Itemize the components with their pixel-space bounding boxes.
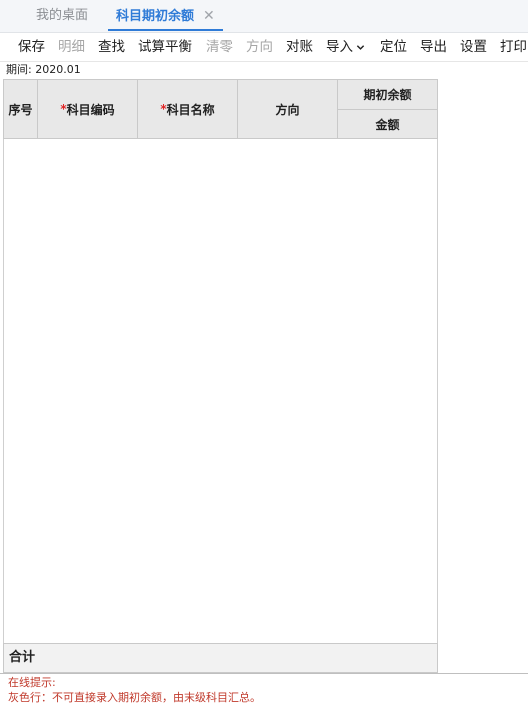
chevron-down-icon bbox=[356, 44, 365, 50]
detail-button[interactable]: 明细 bbox=[58, 33, 85, 61]
header-amount[interactable]: 金额 bbox=[337, 109, 438, 139]
header-name-label: 科目名称 bbox=[166, 102, 215, 117]
header-opening-balance: 期初余额 bbox=[337, 79, 438, 110]
export-button[interactable]: 导出 bbox=[420, 33, 447, 61]
clear-button[interactable]: 清零 bbox=[206, 33, 233, 61]
tab-my-desktop[interactable]: 我的桌面 bbox=[28, 0, 96, 31]
header-seq-label: 序号 bbox=[8, 102, 33, 117]
header-seq: 序号 bbox=[3, 79, 38, 139]
tab-opening-balance[interactable]: 科目期初余额 ✕ bbox=[108, 0, 223, 31]
tab-bar: 我的桌面 科目期初余额 ✕ bbox=[0, 0, 528, 33]
direction-button[interactable]: 方向 bbox=[246, 33, 273, 61]
settings-button[interactable]: 设置 bbox=[460, 33, 487, 61]
hint-title: 在线提示: bbox=[8, 676, 56, 689]
find-button[interactable]: 查找 bbox=[98, 33, 125, 61]
balance-grid[interactable] bbox=[3, 79, 438, 673]
header-name[interactable]: * 科目名称 bbox=[137, 79, 238, 139]
reconcile-button[interactable]: 对账 bbox=[286, 33, 313, 61]
header-opening-balance-label: 期初余额 bbox=[363, 88, 412, 102]
header-code[interactable]: * 科目编码 bbox=[37, 79, 138, 139]
close-icon[interactable]: ✕ bbox=[203, 0, 215, 32]
import-label: 导入 bbox=[326, 39, 353, 55]
save-button[interactable]: 保存 bbox=[18, 33, 45, 61]
print-button[interactable]: 打印 bbox=[500, 33, 527, 61]
header-direction-label: 方向 bbox=[275, 102, 300, 117]
locate-button[interactable]: 定位 bbox=[380, 33, 407, 61]
period-label: 期间: 2020.01 bbox=[6, 63, 81, 76]
import-dropdown[interactable]: 导入 bbox=[326, 33, 365, 61]
total-row: 合计 bbox=[3, 643, 438, 673]
toolbar: 保存 明细 查找 试算平衡 清零 方向 对账 导入 定位 导出 设置 打印 bbox=[0, 33, 528, 61]
hint-divider bbox=[0, 673, 528, 674]
header-direction[interactable]: 方向 bbox=[237, 79, 338, 139]
tab-label: 科目期初余额 bbox=[116, 9, 195, 24]
header-code-label: 科目编码 bbox=[66, 102, 115, 117]
header-amount-label: 金额 bbox=[375, 117, 400, 132]
total-label: 合计 bbox=[9, 650, 36, 665]
hint-text: 灰色行：不可直接录入期初余额，由末级科目汇总。 bbox=[8, 691, 261, 704]
trial-balance-button[interactable]: 试算平衡 bbox=[138, 33, 192, 61]
toolbar-divider bbox=[0, 61, 528, 62]
tab-label: 我的桌面 bbox=[36, 8, 89, 23]
